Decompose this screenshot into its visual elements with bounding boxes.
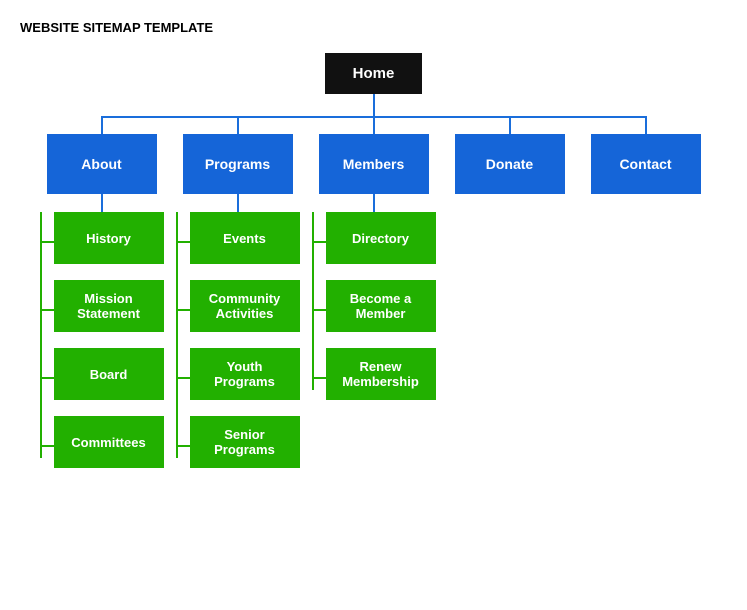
connector-members	[373, 116, 375, 134]
connector-about	[101, 116, 103, 134]
child-h-line	[40, 377, 54, 379]
child-h-line	[40, 241, 54, 243]
children-tree-members: Directory Become a Member Renew Membership	[312, 212, 436, 416]
child-row: Committees	[40, 416, 164, 476]
child-row: Senior Programs	[176, 416, 300, 476]
child-row: Directory	[312, 212, 436, 272]
col-members: Members Directory Become a Member Renew Mem…	[306, 116, 442, 416]
connector-donate	[509, 116, 511, 134]
h-bar: About History Mission Statement Board Commit…	[34, 116, 714, 484]
blue-node-about[interactable]: About	[47, 134, 157, 194]
children-tree-about: History Mission Statement Board Committees	[40, 212, 164, 484]
col-about: About History Mission Statement Board Commit…	[34, 116, 170, 484]
child-h-line	[176, 445, 190, 447]
children-tree-programs: Events Community Activities Youth Programs…	[176, 212, 300, 484]
connector-programs	[237, 116, 239, 134]
connector-down-programs	[237, 194, 239, 212]
page-title: WEBSITE SITEMAP TEMPLATE	[20, 20, 727, 35]
green-node-mission-statement[interactable]: Mission Statement	[54, 280, 164, 332]
green-node-become-a-member[interactable]: Become a Member	[326, 280, 436, 332]
green-node-committees[interactable]: Committees	[54, 416, 164, 468]
sitemap-container: Home About History Mission Statement Board C…	[20, 53, 727, 484]
home-node[interactable]: Home	[325, 53, 423, 94]
green-node-youth-programs[interactable]: Youth Programs	[190, 348, 300, 400]
child-row: History	[40, 212, 164, 272]
col-contact: Contact	[578, 116, 714, 204]
col-programs: Programs Events Community Activities Youth …	[170, 116, 306, 484]
blue-node-programs[interactable]: Programs	[183, 134, 293, 194]
green-node-senior-programs[interactable]: Senior Programs	[190, 416, 300, 468]
green-node-history[interactable]: History	[54, 212, 164, 264]
child-h-line	[40, 445, 54, 447]
child-row: Events	[176, 212, 300, 272]
child-row: Youth Programs	[176, 348, 300, 408]
col-donate: Donate	[442, 116, 578, 204]
child-h-line	[40, 309, 54, 311]
blue-node-contact[interactable]: Contact	[591, 134, 701, 194]
green-node-directory[interactable]: Directory	[326, 212, 436, 264]
child-row: Board	[40, 348, 164, 408]
green-node-board[interactable]: Board	[54, 348, 164, 400]
child-h-line	[312, 377, 326, 379]
h-bar-wrapper: About History Mission Statement Board Commit…	[20, 116, 727, 484]
child-h-line	[176, 377, 190, 379]
green-node-community-activities[interactable]: Community Activities	[190, 280, 300, 332]
child-h-line	[312, 309, 326, 311]
green-node-events[interactable]: Events	[190, 212, 300, 264]
connector-contact	[645, 116, 647, 134]
child-h-line	[312, 241, 326, 243]
child-h-line	[176, 241, 190, 243]
green-node-renew-membership[interactable]: Renew Membership	[326, 348, 436, 400]
blue-node-members[interactable]: Members	[319, 134, 429, 194]
connector-down-members	[373, 194, 375, 212]
child-row: Become a Member	[312, 280, 436, 340]
child-h-line	[176, 309, 190, 311]
blue-node-donate[interactable]: Donate	[455, 134, 565, 194]
child-row: Renew Membership	[312, 348, 436, 408]
child-row: Community Activities	[176, 280, 300, 340]
home-connector	[373, 94, 375, 116]
child-row: Mission Statement	[40, 280, 164, 340]
connector-down-about	[101, 194, 103, 212]
